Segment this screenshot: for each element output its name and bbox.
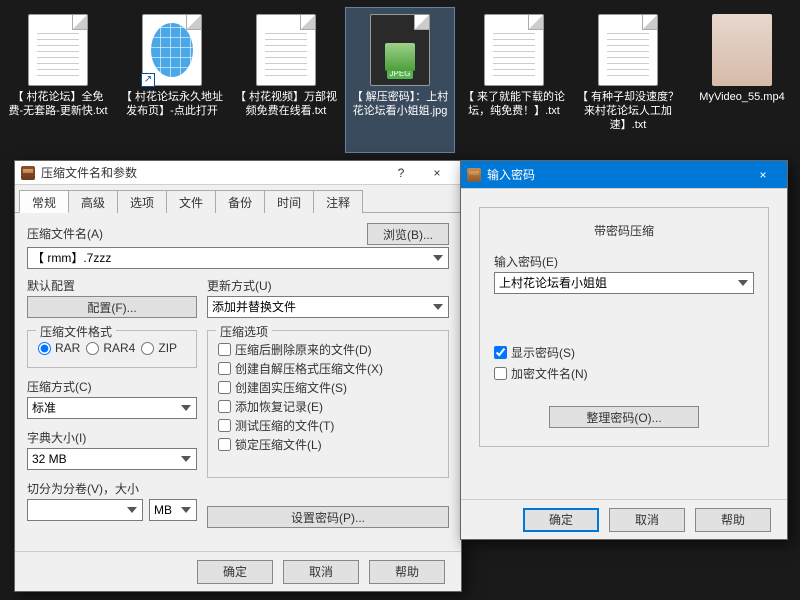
cancel-button[interactable]: 取消 [609, 508, 685, 532]
opt-delete-after[interactable]: 压缩后删除原来的文件(D) [218, 341, 438, 358]
opt-lock[interactable]: 锁定压缩文件(L) [218, 436, 438, 453]
help-button[interactable]: ? [383, 163, 419, 183]
ok-button[interactable]: 确定 [523, 508, 599, 532]
text-file-icon [28, 14, 88, 86]
tab-time[interactable]: 时间 [264, 190, 314, 213]
shortcut-overlay-icon: ↗ [141, 73, 155, 87]
file-item[interactable]: ↗ 【 村花论坛永久地址发布页】-点此打开 [118, 8, 226, 152]
file-label: 【 解压密码】：上村花论坛看小姐姐.jpg [348, 90, 452, 118]
file-label: 【 村花论坛永久地址发布页】-点此打开 [120, 90, 224, 118]
split-size-input[interactable] [27, 499, 143, 521]
set-password-button[interactable]: 设置密码(P)... [207, 506, 449, 528]
archive-options-group: 压缩选项 压缩后删除原来的文件(D) 创建自解压格式压缩文件(X) 创建固实压缩… [207, 330, 449, 478]
dialog-title: 输入密码 [487, 166, 745, 183]
dialog-footer: 确定 取消 帮助 [461, 499, 787, 539]
file-label: MyVideo_55.mp4 [690, 90, 794, 104]
password-body: 带密码压缩 输入密码(E) 上村花论坛看小姐姐 显示密码(S) 加密文件名(N)… [461, 189, 787, 459]
titlebar[interactable]: 输入密码 × [461, 161, 787, 189]
format-zip[interactable]: ZIP [141, 341, 177, 355]
dialog-footer: 确定 取消 帮助 [15, 551, 461, 591]
archive-name-label: 压缩文件名(A) [27, 225, 103, 242]
compression-method-label: 压缩方式(C) [27, 378, 197, 395]
enter-password-dialog: 输入密码 × 带密码压缩 输入密码(E) 上村花论坛看小姐姐 显示密码(S) 加… [460, 160, 788, 540]
dict-size-select[interactable]: 32 MB [27, 448, 197, 470]
group-caption: 带密码压缩 [494, 222, 754, 239]
enter-password-label: 输入密码(E) [494, 253, 754, 270]
file-label: 【 有种子却没速度？来村花论坛人工加速】.txt [576, 90, 680, 132]
file-label: 【 村花论坛】全免费-无套路-更新快.txt [6, 90, 110, 118]
winrar-icon [467, 168, 481, 182]
tab-comment[interactable]: 注释 [313, 190, 363, 213]
file-item[interactable]: MyVideo_55.mp4 [688, 8, 796, 152]
organize-passwords-button[interactable]: 整理密码(O)... [549, 406, 699, 428]
text-file-icon [484, 14, 544, 86]
default-profile-label: 默认配置 [27, 277, 197, 294]
password-input[interactable]: 上村花论坛看小姐姐 [494, 272, 754, 294]
file-item[interactable]: 【 来了就能下载的论坛，纯免费！】.txt [460, 8, 568, 152]
archive-params-dialog: 压缩文件名和参数 ? × 常规 高级 选项 文件 备份 时间 注释 压缩文件名(… [14, 160, 462, 592]
file-item-selected[interactable]: JPEG 【 解压密码】：上村花论坛看小姐姐.jpg [346, 8, 454, 152]
close-button[interactable]: × [419, 163, 455, 183]
help-button[interactable]: 帮助 [695, 508, 771, 532]
cancel-button[interactable]: 取消 [283, 560, 359, 584]
winrar-icon [21, 166, 35, 180]
update-mode-select[interactable]: 添加并替换文件 [207, 296, 449, 318]
profiles-button[interactable]: 配置(F)... [27, 296, 197, 318]
file-explorer-row: 【 村花论坛】全免费-无套路-更新快.txt ↗ 【 村花论坛永久地址发布页】-… [0, 0, 800, 160]
file-item[interactable]: 【 村花论坛】全免费-无套路-更新快.txt [4, 8, 112, 152]
video-thumbnail-icon [712, 14, 772, 86]
tab-strip: 常规 高级 选项 文件 备份 时间 注释 [15, 189, 461, 213]
split-unit-select[interactable]: MB [149, 499, 197, 521]
password-group: 带密码压缩 输入密码(E) 上村花论坛看小姐姐 显示密码(S) 加密文件名(N)… [479, 207, 769, 447]
encrypt-filenames-check[interactable]: 加密文件名(N) [494, 365, 754, 382]
split-label: 切分为分卷(V)，大小 [27, 480, 197, 497]
opt-solid[interactable]: 创建固实压缩文件(S) [218, 379, 438, 396]
show-password-check[interactable]: 显示密码(S) [494, 344, 754, 361]
help-button[interactable]: 帮助 [369, 560, 445, 584]
dialog-title: 压缩文件名和参数 [41, 164, 383, 181]
shortcut-globe-icon: ↗ [142, 14, 202, 86]
file-label: 【 村花视频】万部视频免费在线看.txt [234, 90, 338, 118]
archive-name-input[interactable]: 【 rmm】.7zzz [27, 247, 449, 269]
tab-advanced[interactable]: 高级 [68, 190, 118, 213]
browse-button[interactable]: 浏览(B)... [367, 223, 449, 245]
close-button[interactable]: × [745, 165, 781, 185]
file-label: 【 来了就能下载的论坛，纯免费！】.txt [462, 90, 566, 118]
tab-body-general: 压缩文件名(A) 浏览(B)... 【 rmm】.7zzz 默认配置 配置(F)… [15, 213, 461, 536]
text-file-icon [598, 14, 658, 86]
opt-recovery[interactable]: 添加恢复记录(E) [218, 398, 438, 415]
tab-files[interactable]: 文件 [166, 190, 216, 213]
update-mode-label: 更新方式(U) [207, 277, 449, 294]
tab-general[interactable]: 常规 [19, 190, 69, 213]
file-item[interactable]: 【 村花视频】万部视频免费在线看.txt [232, 8, 340, 152]
archive-options-label: 压缩选项 [216, 323, 272, 340]
compression-method-select[interactable]: 标准 [27, 397, 197, 419]
jpeg-file-icon: JPEG [370, 14, 430, 86]
tab-options[interactable]: 选项 [117, 190, 167, 213]
format-rar[interactable]: RAR [38, 341, 80, 355]
file-item[interactable]: 【 有种子却没速度？来村花论坛人工加速】.txt [574, 8, 682, 152]
titlebar[interactable]: 压缩文件名和参数 ? × [15, 161, 461, 185]
ok-button[interactable]: 确定 [197, 560, 273, 584]
opt-test[interactable]: 测试压缩的文件(T) [218, 417, 438, 434]
opt-sfx[interactable]: 创建自解压格式压缩文件(X) [218, 360, 438, 377]
text-file-icon [256, 14, 316, 86]
format-rar4[interactable]: RAR4 [86, 341, 135, 355]
archive-format-label: 压缩文件格式 [36, 323, 116, 340]
dict-size-label: 字典大小(I) [27, 429, 197, 446]
archive-format-group: 压缩文件格式 RAR RAR4 ZIP [27, 330, 197, 368]
tab-backup[interactable]: 备份 [215, 190, 265, 213]
